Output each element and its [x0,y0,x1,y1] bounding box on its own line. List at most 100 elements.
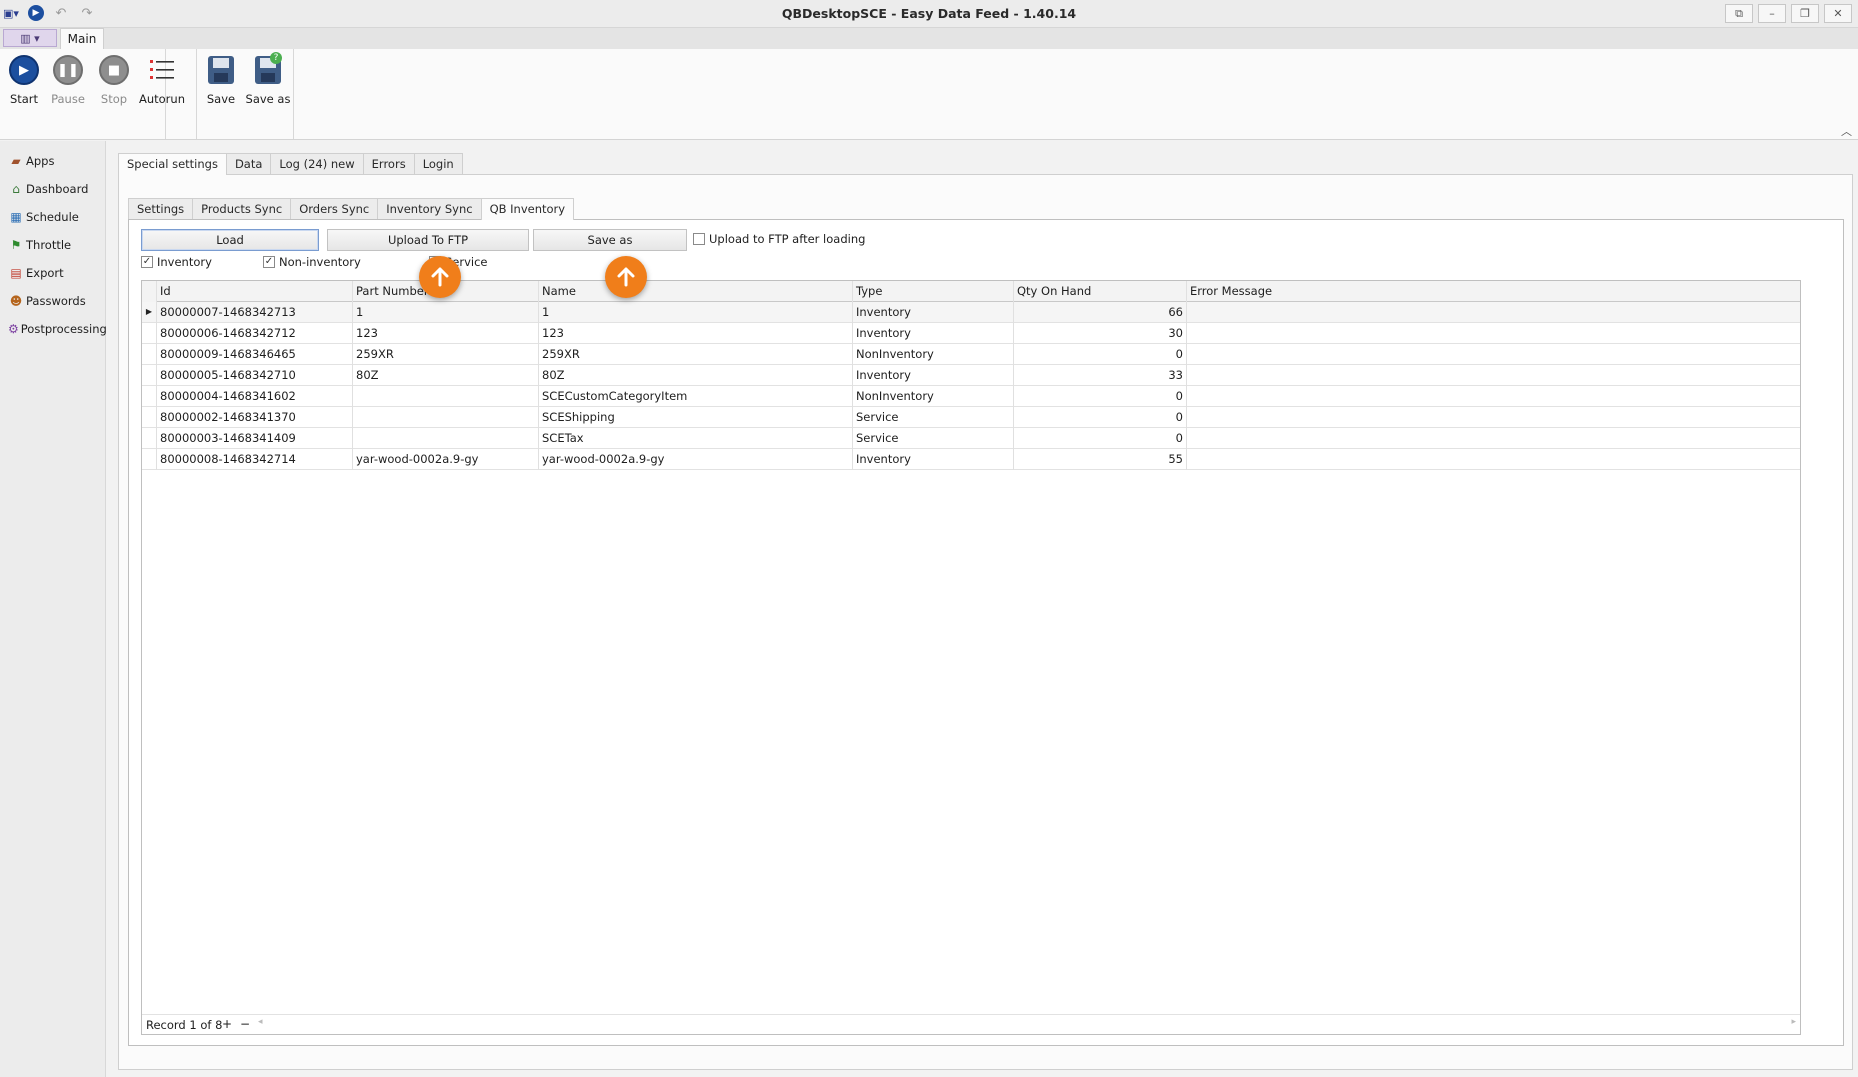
column-header-qty[interactable]: Qty On Hand [1014,281,1187,302]
grid-cell-error[interactable] [1187,302,1800,323]
table-row[interactable]: ▶ 80000007-1468342713 1 1 Inventory 66 [142,302,1800,323]
row-indicator[interactable] [142,407,157,428]
grid-cell-part[interactable]: 123 [353,323,539,344]
table-row[interactable]: 80000002-1468341370 SCEShipping Service 0 [142,407,1800,428]
sidebar-item-dashboard[interactable]: ⌂ Dashboard [0,175,105,203]
grid-cell-type[interactable]: Service [853,407,1014,428]
column-header-name[interactable]: Name [539,281,853,302]
grid-cell-error[interactable] [1187,407,1800,428]
scroll-right-icon[interactable]: ▸ [1791,1017,1796,1027]
grid-cell-id[interactable]: 80000003-1468341409 [157,428,353,449]
grid-cell-name[interactable]: yar-wood-0002a.9-gy [539,449,853,470]
grid-cell-error[interactable] [1187,344,1800,365]
grid-cell-type[interactable]: Inventory [853,365,1014,386]
inventory-filter-checkbox[interactable]: ✓ Inventory [141,255,212,269]
non-inventory-filter-checkbox[interactable]: ✓ Non-inventory [263,255,361,269]
tab-data[interactable]: Data [225,153,272,174]
grid-cell-part[interactable] [353,428,539,449]
row-indicator[interactable] [142,365,157,386]
save-button[interactable]: Save [199,54,243,106]
grid-cell-id[interactable]: 80000005-1468342710 [157,365,353,386]
grid-cell-qty[interactable]: 33 [1014,365,1187,386]
grid-cell-type[interactable]: Inventory [853,449,1014,470]
tab-orders-sync[interactable]: Orders Sync [290,198,379,219]
grid-cell-error[interactable] [1187,449,1800,470]
row-indicator[interactable] [142,323,157,344]
grid-cell-part[interactable]: 80Z [353,365,539,386]
grid-cell-error[interactable] [1187,428,1800,449]
upload-ftp-button[interactable]: Upload To FTP [327,229,529,251]
minimize-icon[interactable]: – [1758,4,1786,23]
scroll-left-icon[interactable]: ◂ [258,1017,263,1027]
stop-button[interactable]: ■ Stop [92,54,136,106]
grid-cell-name[interactable]: SCECustomCategoryItem [539,386,853,407]
start-button[interactable]: ▶ Start [2,54,46,106]
grid-cell-name[interactable]: 259XR [539,344,853,365]
grid-cell-id[interactable]: 80000004-1468341602 [157,386,353,407]
save-as-export-button[interactable]: Save as [533,229,687,251]
grid-cell-name[interactable]: 80Z [539,365,853,386]
table-row[interactable]: 80000009-1468346465 259XR 259XR NonInventor… [142,344,1800,365]
maximize-icon[interactable]: ❐ [1791,4,1819,23]
save-as-button[interactable]: ? Save as [243,52,293,106]
table-row[interactable]: 80000003-1468341409 SCETax Service 0 [142,428,1800,449]
ribbon-tab-main[interactable]: Main [60,28,104,49]
tab-inventory-sync[interactable]: Inventory Sync [377,198,482,219]
tab-login[interactable]: Login [413,153,463,174]
grid-cell-part[interactable] [353,386,539,407]
upload-after-loading-checkbox[interactable]: Upload to FTP after loading [693,232,865,246]
row-indicator[interactable] [142,428,157,449]
grid-cell-name[interactable]: SCEShipping [539,407,853,428]
sidebar-item-postprocessing[interactable]: ⚙ Postprocessing [0,315,107,343]
column-header-error[interactable]: Error Message [1187,281,1800,302]
grid-cell-part[interactable] [353,407,539,428]
sidebar-item-passwords[interactable]: ☻ Passwords [0,287,105,315]
grid-cell-qty[interactable]: 0 [1014,386,1187,407]
close-icon[interactable]: ✕ [1824,4,1852,23]
grid-cell-qty[interactable]: 0 [1014,407,1187,428]
collapse-ribbon-icon[interactable]: ︿ [1841,123,1852,139]
grid-cell-qty[interactable]: 30 [1014,323,1187,344]
table-row[interactable]: 80000004-1468341602 SCECustomCategoryItem… [142,386,1800,407]
add-record-button[interactable]: + [222,1017,232,1031]
grid-cell-qty[interactable]: 55 [1014,449,1187,470]
grid-cell-part[interactable]: 1 [353,302,539,323]
grid-cell-error[interactable] [1187,386,1800,407]
grid-cell-type[interactable]: Inventory [853,323,1014,344]
sidebar-item-throttle[interactable]: ⚑ Throttle [0,231,105,259]
grid-cell-type[interactable]: NonInventory [853,386,1014,407]
grid-cell-id[interactable]: 80000007-1468342713 [157,302,353,323]
table-row[interactable]: 80000006-1468342712 123 123 Inventory 30 [142,323,1800,344]
grid-cell-part[interactable]: 259XR [353,344,539,365]
grid-cell-type[interactable]: NonInventory [853,344,1014,365]
grid-cell-name[interactable]: SCETax [539,428,853,449]
row-indicator[interactable] [142,449,157,470]
tab-products-sync[interactable]: Products Sync [192,198,292,219]
grid-cell-qty[interactable]: 0 [1014,344,1187,365]
sidebar-item-export[interactable]: ▤ Export [0,259,105,287]
sidebar-item-apps[interactable]: ▰ Apps [0,147,105,175]
tab-settings[interactable]: Settings [128,198,194,219]
row-indicator[interactable] [142,344,157,365]
row-indicator[interactable] [142,386,157,407]
table-row[interactable]: 80000008-1468342714 yar-wood-0002a.9-gy ya… [142,449,1800,470]
tab-log[interactable]: Log (24) new [270,153,364,174]
column-header-type[interactable]: Type [853,281,1014,302]
autorun-button[interactable]: Autorun [138,54,186,106]
pause-button[interactable]: ❚❚ Pause [46,54,90,106]
grid-cell-name[interactable]: 1 [539,302,853,323]
grid-cell-id[interactable]: 80000002-1468341370 [157,407,353,428]
tab-qb-inventory[interactable]: QB Inventory [480,198,575,220]
remove-record-button[interactable]: − [240,1017,250,1031]
grid-cell-id[interactable]: 80000009-1468346465 [157,344,353,365]
grid-cell-qty[interactable]: 66 [1014,302,1187,323]
tab-errors[interactable]: Errors [362,153,415,174]
application-menu-button[interactable]: ▥ ▾ [3,29,57,47]
sidebar-item-schedule[interactable]: ▦ Schedule [0,203,105,231]
grid-cell-type[interactable]: Inventory [853,302,1014,323]
grid-cell-name[interactable]: 123 [539,323,853,344]
row-indicator-icon[interactable]: ▶ [142,302,157,323]
restore-icon[interactable]: ⧉ [1725,4,1753,23]
grid-cell-id[interactable]: 80000008-1468342714 [157,449,353,470]
column-header-id[interactable]: Id [157,281,353,302]
